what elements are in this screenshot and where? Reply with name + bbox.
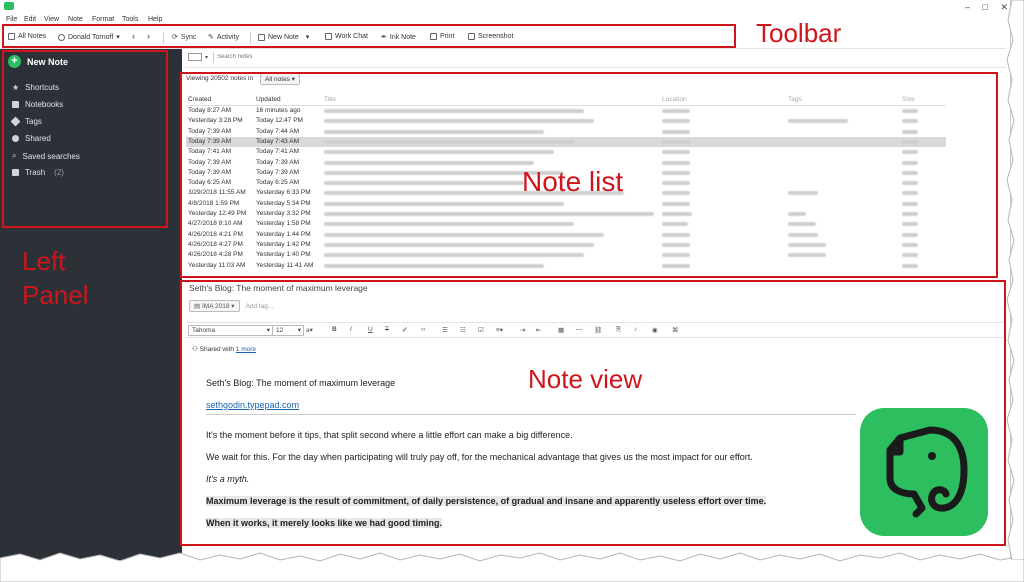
left-panel-annotation-line1: Left (22, 246, 66, 276)
note-view-annotation-box (180, 280, 1006, 546)
torn-edge-right (1006, 0, 1024, 560)
left-panel-annotation-line2: Panel (22, 280, 89, 310)
search-input[interactable] (217, 52, 517, 62)
minimize-icon[interactable]: – (965, 2, 970, 12)
menu-help[interactable]: Help (148, 16, 162, 23)
menu-edit[interactable]: Edit (24, 16, 36, 23)
window-controls: – □ ✕ (955, 2, 1008, 13)
search-divider (213, 52, 214, 63)
menu-tools[interactable]: Tools (122, 16, 138, 23)
note-list-annotation: Note list (522, 166, 624, 197)
view-options-icon[interactable] (188, 53, 202, 61)
menu-view[interactable]: View (44, 16, 59, 23)
left-panel-annotation-box (2, 50, 168, 228)
title-bar (0, 0, 1010, 14)
toolbar-annotation-box (2, 24, 736, 48)
maximize-icon[interactable]: □ (983, 2, 988, 12)
note-view-annotation: Note view (528, 364, 643, 394)
menu-note[interactable]: Note (68, 16, 83, 23)
torn-edge-bottom (0, 552, 1024, 582)
app-icon (4, 2, 14, 10)
chevron-down-icon[interactable]: ▾ (205, 54, 208, 61)
search-row: ▾ (183, 49, 1006, 68)
menu-file[interactable]: File (6, 16, 17, 23)
menu-format[interactable]: Format (92, 16, 114, 23)
toolbar-annotation: Toolbar (756, 18, 842, 48)
